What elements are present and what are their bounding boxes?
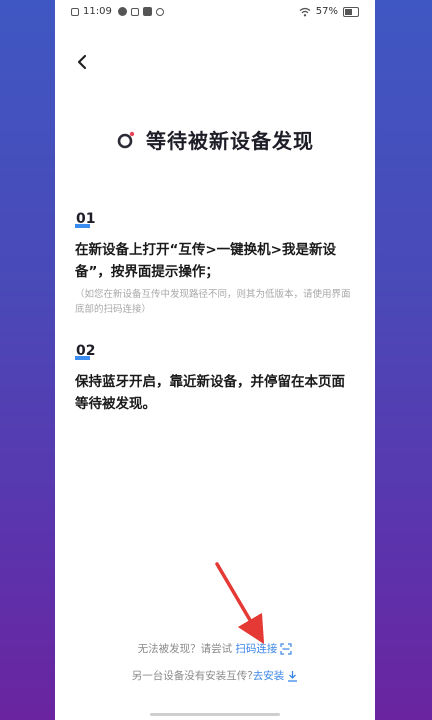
message-icon: [142, 7, 152, 16]
step-1: 01 在新设备上打开“互传>一键换机>我是新设备”，按界面提示操作； （如您在新…: [75, 208, 355, 317]
page-title: 等待被新设备发现: [146, 129, 314, 153]
step-note: （如您在新设备互传中发现路径不同，则其为低版本，请使用界面底部的扫码连接）: [75, 289, 351, 315]
install-hint-text: 另一台设备没有安装互传?: [131, 670, 253, 682]
scan-hint: 无法被发现？请尝试 扫码连接: [55, 641, 375, 656]
chevron-left-icon: [77, 54, 87, 70]
download-icon: [288, 671, 298, 682]
step-instruction: 在新设备上打开“互传>一键换机>我是新设备”，按界面提示操作；: [75, 242, 336, 280]
battery-icon: [343, 6, 359, 17]
wifi-icon: [299, 7, 311, 16]
chat-icon: [155, 7, 164, 16]
sim-icon: [71, 7, 79, 16]
page-header: 等待被新设备发现: [55, 125, 375, 154]
step-number: 02: [75, 343, 96, 360]
back-button[interactable]: [71, 50, 95, 74]
step-instruction: 保持蓝牙开启，靠近新设备，并停留在本页面等待被发现。: [75, 374, 345, 412]
install-hint: 另一台设备没有安装互传?去安装: [55, 668, 375, 683]
status-time: 11:09: [83, 6, 112, 17]
status-bar: 11:09 57%: [55, 0, 375, 26]
scan-connect-link[interactable]: 扫码连接: [235, 643, 293, 655]
battery-percent: 57%: [315, 6, 338, 17]
app-logo-icon: [117, 131, 135, 148]
home-indicator[interactable]: [150, 713, 280, 716]
app-notification-icon: [130, 7, 139, 16]
step-2: 02 保持蓝牙开启，靠近新设备，并停留在本页面等待被发现。: [75, 340, 355, 415]
scan-hint-text: 无法被发现？请尝试: [137, 643, 236, 655]
scan-icon: [280, 643, 293, 655]
step-number: 01: [75, 211, 96, 228]
install-link[interactable]: 去安装: [253, 670, 299, 682]
phone-screen: 11:09 57% 等待被新设备发现 01 在新设备上打开“互传>一键换机>我是…: [55, 0, 375, 720]
notification-icon: [117, 7, 127, 16]
